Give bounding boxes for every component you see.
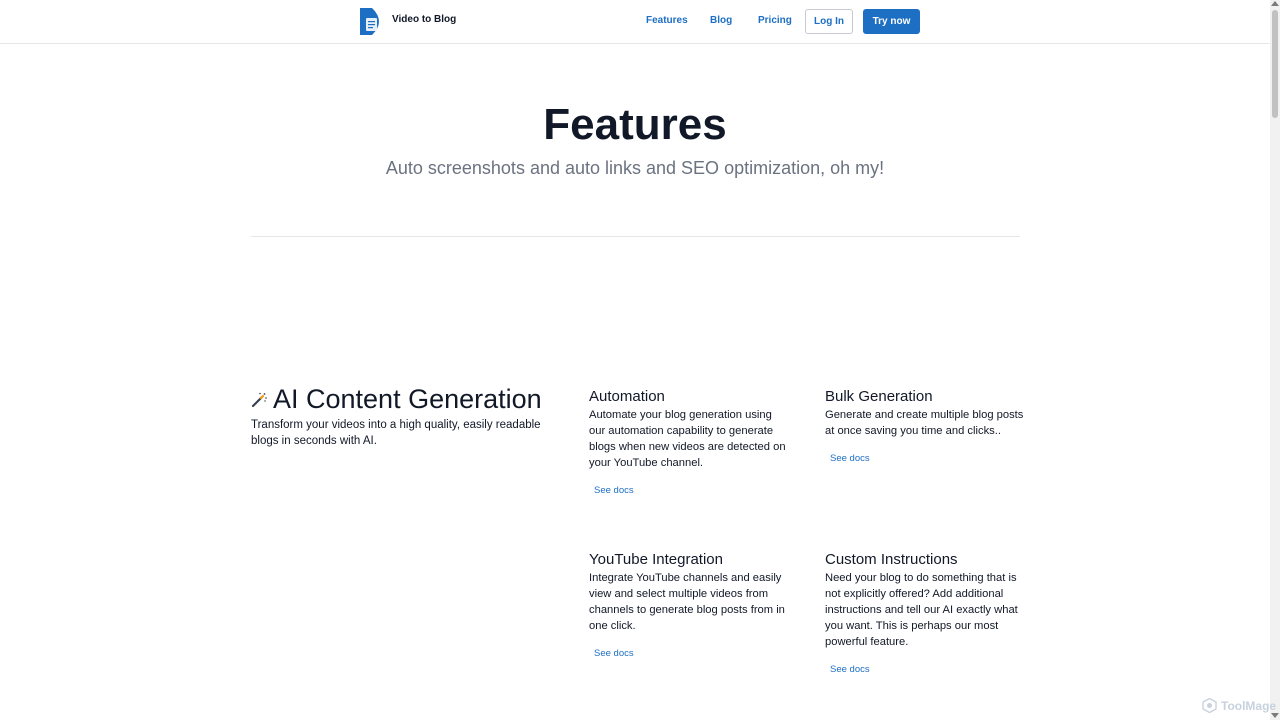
see-docs-link[interactable]: See docs — [830, 664, 870, 675]
section-divider — [251, 236, 1020, 237]
watermark: ToolMage — [1202, 698, 1276, 713]
see-docs-link[interactable]: See docs — [594, 648, 634, 659]
top-navbar: Video to Blog Features Blog Pricing Log … — [0, 0, 1270, 44]
page: Video to Blog Features Blog Pricing Log … — [0, 0, 1280, 720]
feature-card-custom-instructions: Custom Instructions Need your blog to do… — [825, 551, 1025, 677]
main-feature-heading: AI Content Generation — [251, 384, 551, 415]
feature-card-youtube-integration: YouTube Integration Integrate YouTube ch… — [589, 551, 789, 661]
main-feature: AI Content Generation Transform your vid… — [251, 384, 551, 449]
feature-description: Need your blog to do something that is n… — [825, 572, 1018, 648]
brand-name[interactable]: Video to Blog — [392, 14, 456, 25]
page-title: Features — [543, 100, 727, 149]
scroll-down-icon[interactable] — [1271, 713, 1279, 718]
feature-title: YouTube Integration — [589, 551, 723, 568]
watermark-text: ToolMage — [1221, 698, 1277, 713]
vertical-scrollbar[interactable] — [1270, 0, 1280, 720]
page-subtitle: Auto screenshots and auto links and SEO … — [385, 158, 885, 178]
magic-wand-icon — [251, 392, 267, 407]
try-now-button[interactable]: Try now — [863, 9, 920, 34]
feature-description: Integrate YouTube channels and easily vi… — [589, 572, 785, 632]
feature-title: Automation — [589, 388, 665, 405]
login-button[interactable]: Log In — [805, 9, 853, 34]
main-feature-description: Transform your videos into a high qualit… — [251, 419, 541, 447]
feature-title: Bulk Generation — [825, 388, 933, 405]
scrollbar-thumb[interactable] — [1272, 10, 1278, 118]
nav-features[interactable]: Features — [646, 15, 688, 26]
feature-description: Generate and create multiple blog posts … — [825, 409, 1024, 437]
see-docs-link[interactable]: See docs — [830, 453, 870, 464]
feature-card-automation: Automation Automate your blog generation… — [589, 388, 789, 498]
nav-blog[interactable]: Blog — [710, 15, 732, 26]
nav-pricing[interactable]: Pricing — [758, 15, 792, 26]
feature-card-bulk-generation: Bulk Generation Generate and create mult… — [825, 388, 1025, 466]
see-docs-link[interactable]: See docs — [594, 485, 634, 496]
logo-icon[interactable] — [358, 7, 386, 36]
feature-title: Custom Instructions — [825, 551, 958, 568]
scroll-up-icon[interactable] — [1271, 1, 1279, 6]
main-feature-title: AI Content Generation — [273, 384, 542, 414]
watermark-logo-icon — [1202, 698, 1217, 713]
feature-description: Automate your blog generation using our … — [589, 409, 786, 469]
